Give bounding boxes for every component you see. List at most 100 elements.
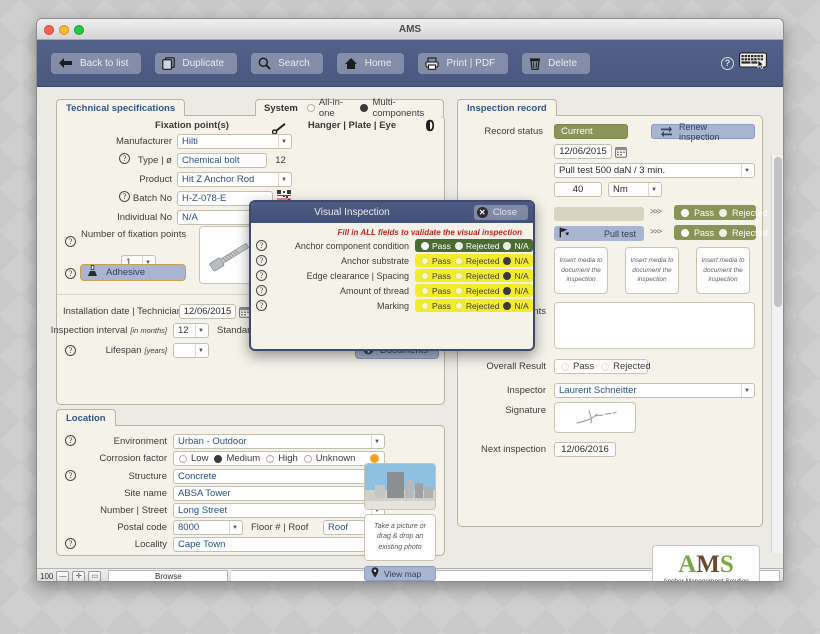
inspection-date-field[interactable]: 12/06/2015 bbox=[554, 144, 612, 159]
corrosion-medium-radio[interactable] bbox=[214, 454, 223, 463]
renew-inspection-button[interactable]: Renew inspection bbox=[651, 122, 755, 142]
adhesive-help-icon[interactable]: ? bbox=[65, 268, 76, 279]
vi-pass[interactable]: Pass bbox=[421, 286, 451, 296]
overall-rejected[interactable]: Rejected bbox=[601, 361, 651, 372]
corrosion-low-radio[interactable] bbox=[179, 454, 187, 463]
modal-close-button[interactable]: ✕ Close bbox=[473, 205, 528, 220]
overall-pass-radio[interactable] bbox=[561, 362, 569, 371]
vi-rejected-radio[interactable] bbox=[454, 286, 463, 295]
duplicate-button[interactable]: Duplicate bbox=[155, 52, 238, 74]
vi-help-icon[interactable]: ? bbox=[256, 240, 267, 251]
vi-rejected-radio[interactable] bbox=[454, 256, 463, 265]
vi-pass-radio[interactable] bbox=[421, 256, 429, 265]
corrosion-factor-group[interactable]: Low Medium High Unknown bbox=[173, 451, 385, 466]
structure-help-icon[interactable]: ? bbox=[65, 470, 76, 481]
vi-na-radio[interactable] bbox=[503, 241, 512, 250]
vi-na[interactable]: N/A bbox=[503, 271, 529, 281]
calendar-icon[interactable] bbox=[615, 145, 627, 163]
installation-date-field[interactable]: 12/06/2015 bbox=[179, 304, 236, 319]
back-to-list-button[interactable]: Back to list bbox=[51, 52, 142, 74]
environment-select[interactable]: Urban - Outdoor ▼ bbox=[173, 434, 385, 449]
chevron-down-icon[interactable]: ▼ bbox=[648, 183, 659, 196]
lifespan-select[interactable]: ▼ bbox=[173, 343, 209, 358]
vi-na[interactable]: N/A bbox=[503, 256, 529, 266]
locality-help-icon[interactable]: ? bbox=[65, 538, 76, 549]
vi-pass[interactable]: Pass bbox=[421, 256, 451, 266]
vi-rejected[interactable]: Rejected bbox=[454, 301, 499, 311]
next-inspection-field[interactable]: 12/06/2016 bbox=[554, 442, 616, 457]
vi-pass[interactable]: Pass bbox=[421, 271, 451, 281]
tab-technical-specifications[interactable]: Technical specifications bbox=[56, 99, 186, 116]
lifespan-help-icon[interactable]: ? bbox=[65, 345, 76, 356]
vi-rejected[interactable]: Rejected bbox=[454, 271, 499, 281]
street-field[interactable]: Long Street ▼ bbox=[173, 503, 385, 518]
vi-na-radio[interactable] bbox=[503, 301, 512, 310]
vi-help-icon[interactable]: ? bbox=[256, 255, 267, 266]
corrosion-unknown-radio[interactable] bbox=[303, 454, 312, 463]
vi-na-radio[interactable] bbox=[503, 256, 512, 265]
toggle-sidebar-button[interactable]: ▭ bbox=[88, 570, 102, 581]
zoom-out-button[interactable]: — bbox=[56, 570, 70, 581]
signature-field[interactable] bbox=[554, 402, 636, 433]
view-map-button[interactable]: View map bbox=[364, 566, 436, 581]
diameter-field[interactable]: 12 bbox=[269, 153, 292, 168]
inspection-interval-select[interactable]: 12 ▼ bbox=[173, 323, 209, 338]
photo-dropzone[interactable]: Take a picture or drag & drop an existin… bbox=[364, 514, 436, 561]
close-window-button[interactable] bbox=[44, 25, 54, 35]
inspector-select[interactable]: Laurent Schneitter ▼ bbox=[554, 383, 755, 398]
radio-multi-components[interactable]: Multi-components bbox=[360, 97, 435, 119]
test-method-select[interactable]: Pull test 500 daN / 3 min. ▼ bbox=[554, 163, 755, 178]
visual-inspection-result[interactable]: Pass Rejected bbox=[674, 205, 768, 220]
chevron-down-icon[interactable]: ▼ bbox=[278, 173, 289, 186]
corrosion-low[interactable]: Low bbox=[179, 453, 208, 464]
overall-rejected-radio[interactable] bbox=[601, 362, 610, 371]
comments-textarea[interactable] bbox=[554, 302, 755, 349]
minimize-window-button[interactable] bbox=[59, 25, 69, 35]
locality-select[interactable]: Cape Town ▼ bbox=[173, 537, 385, 552]
vi-pass-radio[interactable] bbox=[421, 286, 429, 295]
vi-pass[interactable]: Pass bbox=[421, 301, 451, 311]
vi-pass[interactable]: Pass bbox=[421, 241, 451, 251]
visual-pass-radio[interactable] bbox=[681, 208, 689, 217]
vi-pass-radio[interactable] bbox=[421, 241, 429, 250]
chevron-down-icon[interactable]: ▼ bbox=[371, 435, 382, 448]
pull-test-pass-radio[interactable] bbox=[681, 228, 689, 237]
chevron-down-icon[interactable]: ▼ bbox=[278, 135, 289, 148]
site-name-field[interactable]: ABSA Tower ▼ bbox=[173, 486, 385, 501]
home-button[interactable]: Home bbox=[336, 52, 405, 74]
visual-rejected-radio[interactable] bbox=[719, 208, 728, 217]
zoom-in-button[interactable]: ✛ bbox=[72, 570, 86, 581]
product-select[interactable]: Hit Z Anchor Rod ▼ bbox=[177, 172, 292, 187]
chevron-down-icon[interactable]: ▼ bbox=[741, 384, 752, 397]
vi-rejected-radio[interactable] bbox=[454, 241, 463, 250]
vi-rejected-radio[interactable] bbox=[454, 301, 463, 310]
vi-na[interactable]: N/A bbox=[503, 301, 529, 311]
postal-code-select[interactable]: 8000 ▼ bbox=[173, 520, 243, 535]
fixation-count-help-icon[interactable]: ? bbox=[65, 236, 76, 247]
site-photo-thumbnail[interactable] bbox=[364, 463, 436, 510]
vi-result-group[interactable]: Pass Rejected N/A bbox=[415, 269, 533, 282]
pull-test-button[interactable]: Pull test bbox=[554, 226, 644, 241]
vi-result-group[interactable]: Pass Rejected N/A bbox=[415, 239, 533, 252]
vi-result-group[interactable]: Pass Rejected N/A bbox=[415, 254, 533, 267]
corrosion-medium[interactable]: Medium bbox=[214, 453, 260, 464]
help-icon[interactable]: ? bbox=[721, 56, 734, 70]
corrosion-high-radio[interactable] bbox=[266, 454, 275, 463]
adhesive-button[interactable]: Adhesive bbox=[80, 264, 186, 281]
chevron-down-icon[interactable]: ▼ bbox=[741, 164, 752, 177]
tab-inspection-record[interactable]: Inspection record bbox=[457, 99, 557, 116]
scrollbar-thumb[interactable] bbox=[774, 157, 782, 307]
vi-na-radio[interactable] bbox=[503, 286, 512, 295]
window-controls[interactable] bbox=[44, 25, 84, 35]
media-slot[interactable]: Insert media to document the inspection bbox=[625, 247, 679, 294]
vi-help-icon[interactable]: ? bbox=[256, 270, 267, 281]
radio-all-in-one[interactable]: All-in-one bbox=[306, 97, 352, 119]
corrosion-high[interactable]: High bbox=[266, 453, 298, 464]
chevron-down-icon[interactable]: ▼ bbox=[195, 324, 206, 337]
vi-help-icon[interactable]: ? bbox=[256, 285, 267, 296]
browse-mode-button[interactable]: Browse bbox=[108, 570, 229, 581]
print-pdf-button[interactable]: Print | PDF bbox=[418, 52, 509, 74]
pull-test-rejected-radio[interactable] bbox=[719, 228, 728, 237]
torque-unit-select[interactable]: Nm ▼ bbox=[608, 182, 662, 197]
multi-components-radio[interactable] bbox=[360, 104, 369, 112]
